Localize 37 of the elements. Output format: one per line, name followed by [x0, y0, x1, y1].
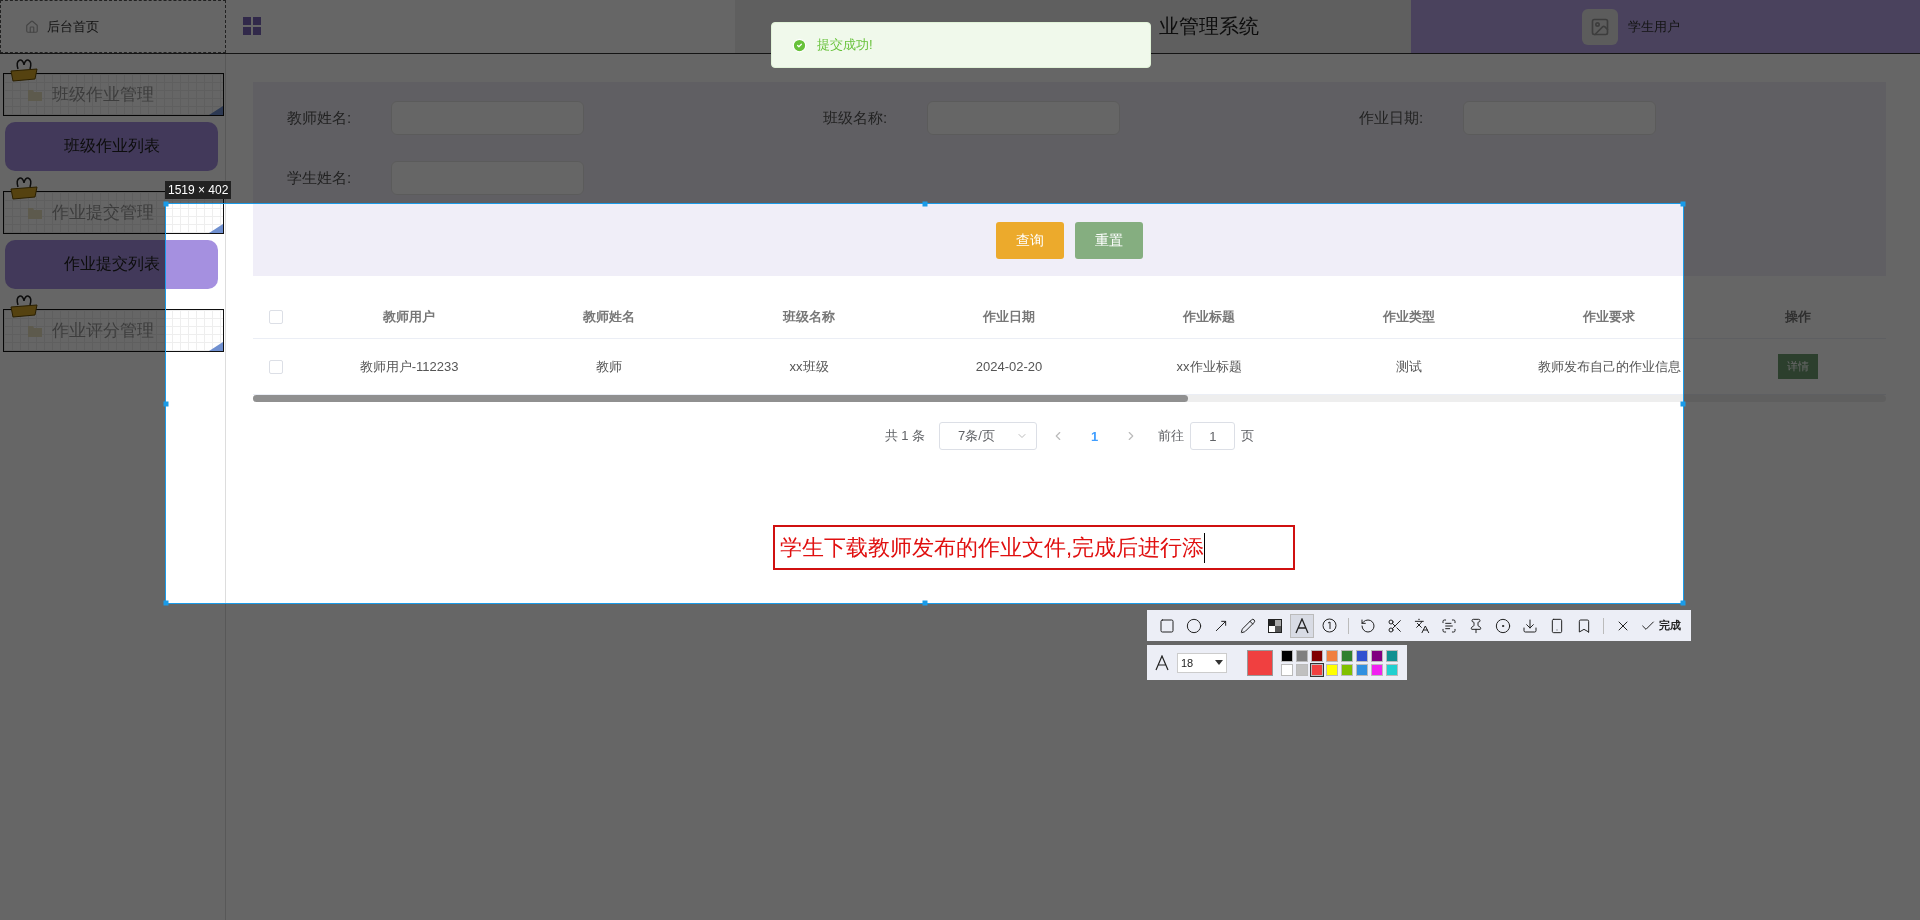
- field-label: 学生姓名:: [287, 168, 353, 188]
- search-button[interactable]: 查询: [996, 222, 1064, 259]
- field-label: 作业日期:: [1359, 108, 1425, 128]
- sidebar-item[interactable]: 班级作业列表: [5, 122, 218, 171]
- column-header: 作业要求: [1581, 308, 1636, 326]
- column-header: 作业日期: [981, 308, 1036, 326]
- page-number[interactable]: 1: [1079, 428, 1111, 444]
- page-unit: 页: [1241, 427, 1255, 445]
- font-size-select[interactable]: 18: [1177, 652, 1227, 673]
- field-label: 班级名称:: [823, 108, 889, 128]
- reset-button[interactable]: 重置: [1075, 222, 1143, 259]
- table-cell-text: 教师: [595, 357, 623, 376]
- user-name[interactable]: 学生用户: [1628, 17, 1680, 36]
- column-header: 作业类型: [1381, 308, 1436, 326]
- column-header: 教师姓名: [582, 308, 636, 326]
- table-cell-text: xx班级: [788, 357, 830, 376]
- field-label: 教师姓名:: [287, 108, 353, 128]
- goto-label: 前往: [1158, 427, 1185, 445]
- page-size-select[interactable]: 7条/页: [939, 422, 1038, 450]
- selection-size: 1519 × 402: [165, 181, 232, 199]
- column-header: 班级名称: [781, 308, 836, 326]
- success-toast: 提交成功!: [771, 22, 1151, 68]
- annotation-box[interactable]: 学生下载教师发布的作业文件,完成后进行添: [773, 525, 1295, 570]
- table-cell-text: 测试: [1395, 357, 1423, 376]
- page-input[interactable]: 1: [1190, 422, 1236, 450]
- column-header: 教师用户: [382, 308, 436, 326]
- home-menu-item[interactable]: 后台首页: [0, 0, 226, 53]
- table-cell-text: 教师用户-112233: [358, 357, 460, 376]
- total-count: 共 1 条: [884, 427, 926, 445]
- done-button[interactable]: 完成: [1638, 617, 1683, 634]
- table-cell-text: xx作业标题: [1175, 357, 1243, 376]
- sidebar-item[interactable]: 作业提交列表: [5, 240, 218, 289]
- column-header: 作业标题: [1181, 308, 1236, 326]
- system-title: 业管理系统: [1159, 14, 1259, 39]
- table-cell-text: 2024-02-20: [974, 359, 1044, 374]
- annotation-text: 学生下载教师发布的作业文件,完成后进行添: [780, 532, 1206, 563]
- table-cell-text: 教师发布自己的作业信息: [1536, 357, 1682, 376]
